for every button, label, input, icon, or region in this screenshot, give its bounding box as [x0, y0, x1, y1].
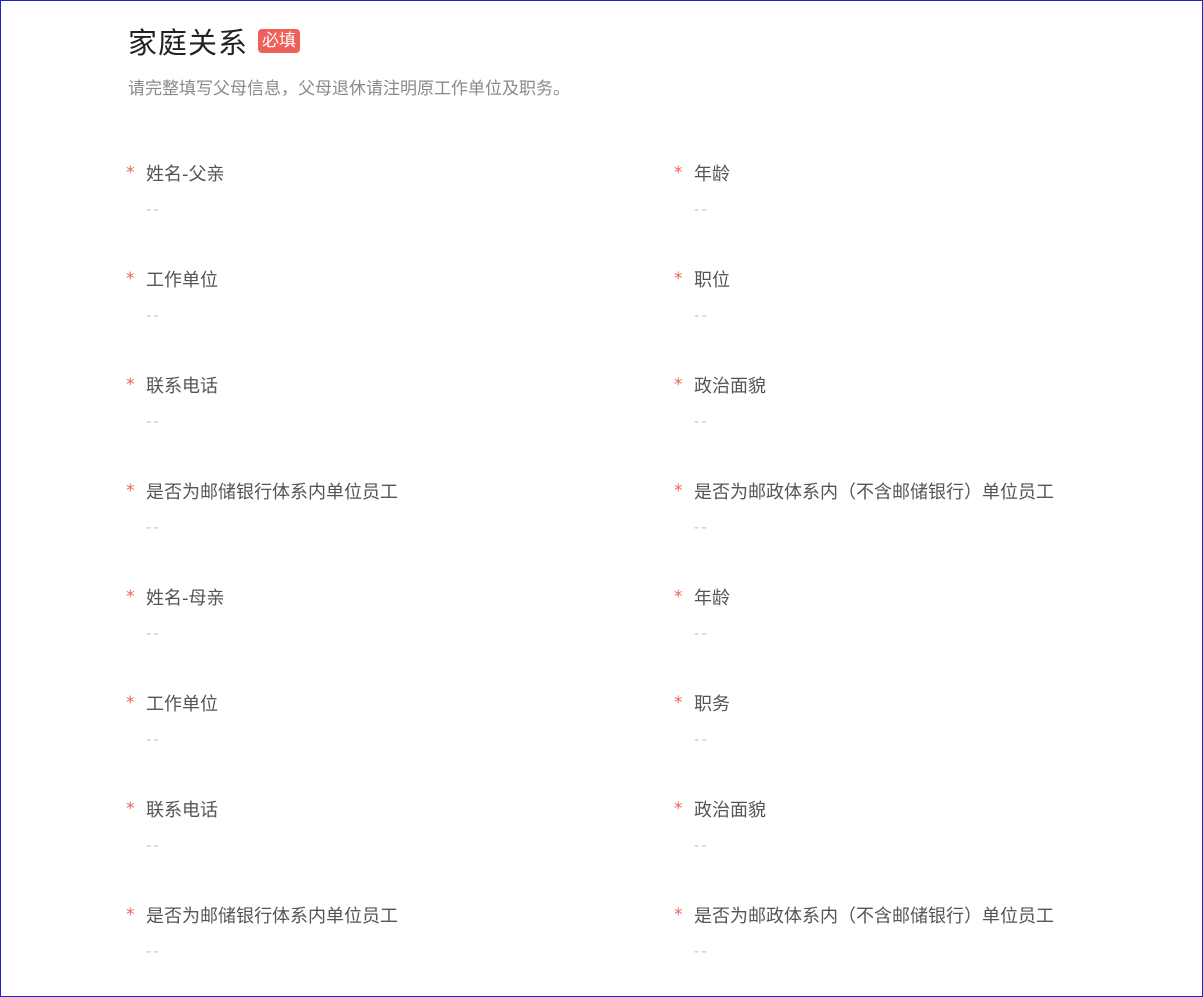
- field-label-row: * 年龄: [674, 158, 1174, 188]
- field-label: 政治面貌: [694, 376, 766, 397]
- required-mark: *: [126, 481, 135, 501]
- required-mark: *: [126, 799, 135, 819]
- required-mark: *: [126, 905, 135, 925]
- field-value: --: [694, 200, 709, 218]
- field-label: 姓名-父亲: [146, 164, 225, 185]
- field-value: --: [146, 412, 161, 430]
- field-mother-age: * 年龄 --: [674, 582, 1174, 672]
- field-mother-employer: * 工作单位 --: [126, 688, 626, 778]
- field-father-employer: * 工作单位 --: [126, 264, 626, 354]
- field-label-row: * 工作单位: [126, 688, 626, 718]
- field-label-row: * 是否为邮政体系内（不含邮储银行）单位员工: [674, 476, 1174, 506]
- required-mark: *: [126, 587, 135, 607]
- field-value: --: [146, 624, 161, 642]
- field-value: --: [146, 200, 161, 218]
- required-mark: *: [674, 693, 683, 713]
- field-label-row: * 政治面貌: [674, 370, 1174, 400]
- title-row: 家庭关系 必填: [128, 22, 570, 60]
- field-value: --: [146, 306, 161, 324]
- field-label-row: * 是否为邮政体系内（不含邮储银行）单位员工: [674, 900, 1174, 930]
- section-subtitle: 请完整填写父母信息，父母退休请注明原工作单位及职务。: [128, 79, 570, 99]
- field-label-row: * 职位: [674, 264, 1174, 294]
- field-mother-postal-employee: * 是否为邮政体系内（不含邮储银行）单位员工 --: [674, 900, 1174, 990]
- field-label-row: * 职务: [674, 688, 1174, 718]
- field-label: 政治面貌: [694, 800, 766, 821]
- field-label: 工作单位: [146, 270, 218, 291]
- required-mark: *: [674, 481, 683, 501]
- field-mother-name: * 姓名-母亲 --: [126, 582, 626, 672]
- field-father-age: * 年龄 --: [674, 158, 1174, 248]
- required-mark: *: [126, 375, 135, 395]
- field-value: --: [694, 942, 709, 960]
- field-value: --: [146, 730, 161, 748]
- field-mother-duty: * 职务 --: [674, 688, 1174, 778]
- required-badge: 必填: [258, 29, 301, 53]
- field-label: 是否为邮政体系内（不含邮储银行）单位员工: [694, 906, 1054, 927]
- required-mark: *: [674, 375, 683, 395]
- field-label: 联系电话: [146, 376, 218, 397]
- field-label-row: * 是否为邮储银行体系内单位员工: [126, 900, 626, 930]
- field-father-name: * 姓名-父亲 --: [126, 158, 626, 248]
- field-label-row: * 联系电话: [126, 794, 626, 824]
- field-value: --: [146, 942, 161, 960]
- field-label: 是否为邮储银行体系内单位员工: [146, 906, 398, 927]
- field-value: --: [694, 730, 709, 748]
- required-mark: *: [126, 693, 135, 713]
- field-value: --: [694, 518, 709, 536]
- required-mark: *: [674, 163, 683, 183]
- section-title: 家庭关系: [128, 26, 249, 60]
- field-father-position: * 职位 --: [674, 264, 1174, 354]
- field-label: 职务: [694, 694, 730, 715]
- field-label-row: * 联系电话: [126, 370, 626, 400]
- field-value: --: [694, 624, 709, 642]
- field-father-psbc-employee: * 是否为邮储银行体系内单位员工 --: [126, 476, 626, 566]
- field-label: 年龄: [694, 164, 730, 185]
- field-label-row: * 是否为邮储银行体系内单位员工: [126, 476, 626, 506]
- field-mother-political-status: * 政治面貌 --: [674, 794, 1174, 884]
- required-mark: *: [126, 163, 135, 183]
- field-label: 是否为邮政体系内（不含邮储银行）单位员工: [694, 482, 1054, 503]
- required-mark: *: [674, 269, 683, 289]
- field-value: --: [694, 836, 709, 854]
- field-label-row: * 工作单位: [126, 264, 626, 294]
- field-label-row: * 政治面貌: [674, 794, 1174, 824]
- required-mark: *: [674, 905, 683, 925]
- field-label: 姓名-母亲: [146, 588, 225, 609]
- field-label: 联系电话: [146, 800, 218, 821]
- required-mark: *: [674, 799, 683, 819]
- field-father-postal-employee: * 是否为邮政体系内（不含邮储银行）单位员工 --: [674, 476, 1174, 566]
- required-mark: *: [674, 587, 683, 607]
- field-label-row: * 年龄: [674, 582, 1174, 612]
- field-value: --: [694, 306, 709, 324]
- section-header: 家庭关系 必填 请完整填写父母信息，父母退休请注明原工作单位及职务。: [128, 22, 570, 99]
- field-label-row: * 姓名-母亲: [126, 582, 626, 612]
- field-label-row: * 姓名-父亲: [126, 158, 626, 188]
- field-father-phone: * 联系电话 --: [126, 370, 626, 460]
- field-father-political-status: * 政治面貌 --: [674, 370, 1174, 460]
- field-mother-phone: * 联系电话 --: [126, 794, 626, 884]
- field-label: 工作单位: [146, 694, 218, 715]
- field-value: --: [146, 518, 161, 536]
- field-label: 职位: [694, 270, 730, 291]
- field-value: --: [146, 836, 161, 854]
- field-label: 年龄: [694, 588, 730, 609]
- field-value: --: [694, 412, 709, 430]
- field-label: 是否为邮储银行体系内单位员工: [146, 482, 398, 503]
- field-mother-psbc-employee: * 是否为邮储银行体系内单位员工 --: [126, 900, 626, 990]
- required-mark: *: [126, 269, 135, 289]
